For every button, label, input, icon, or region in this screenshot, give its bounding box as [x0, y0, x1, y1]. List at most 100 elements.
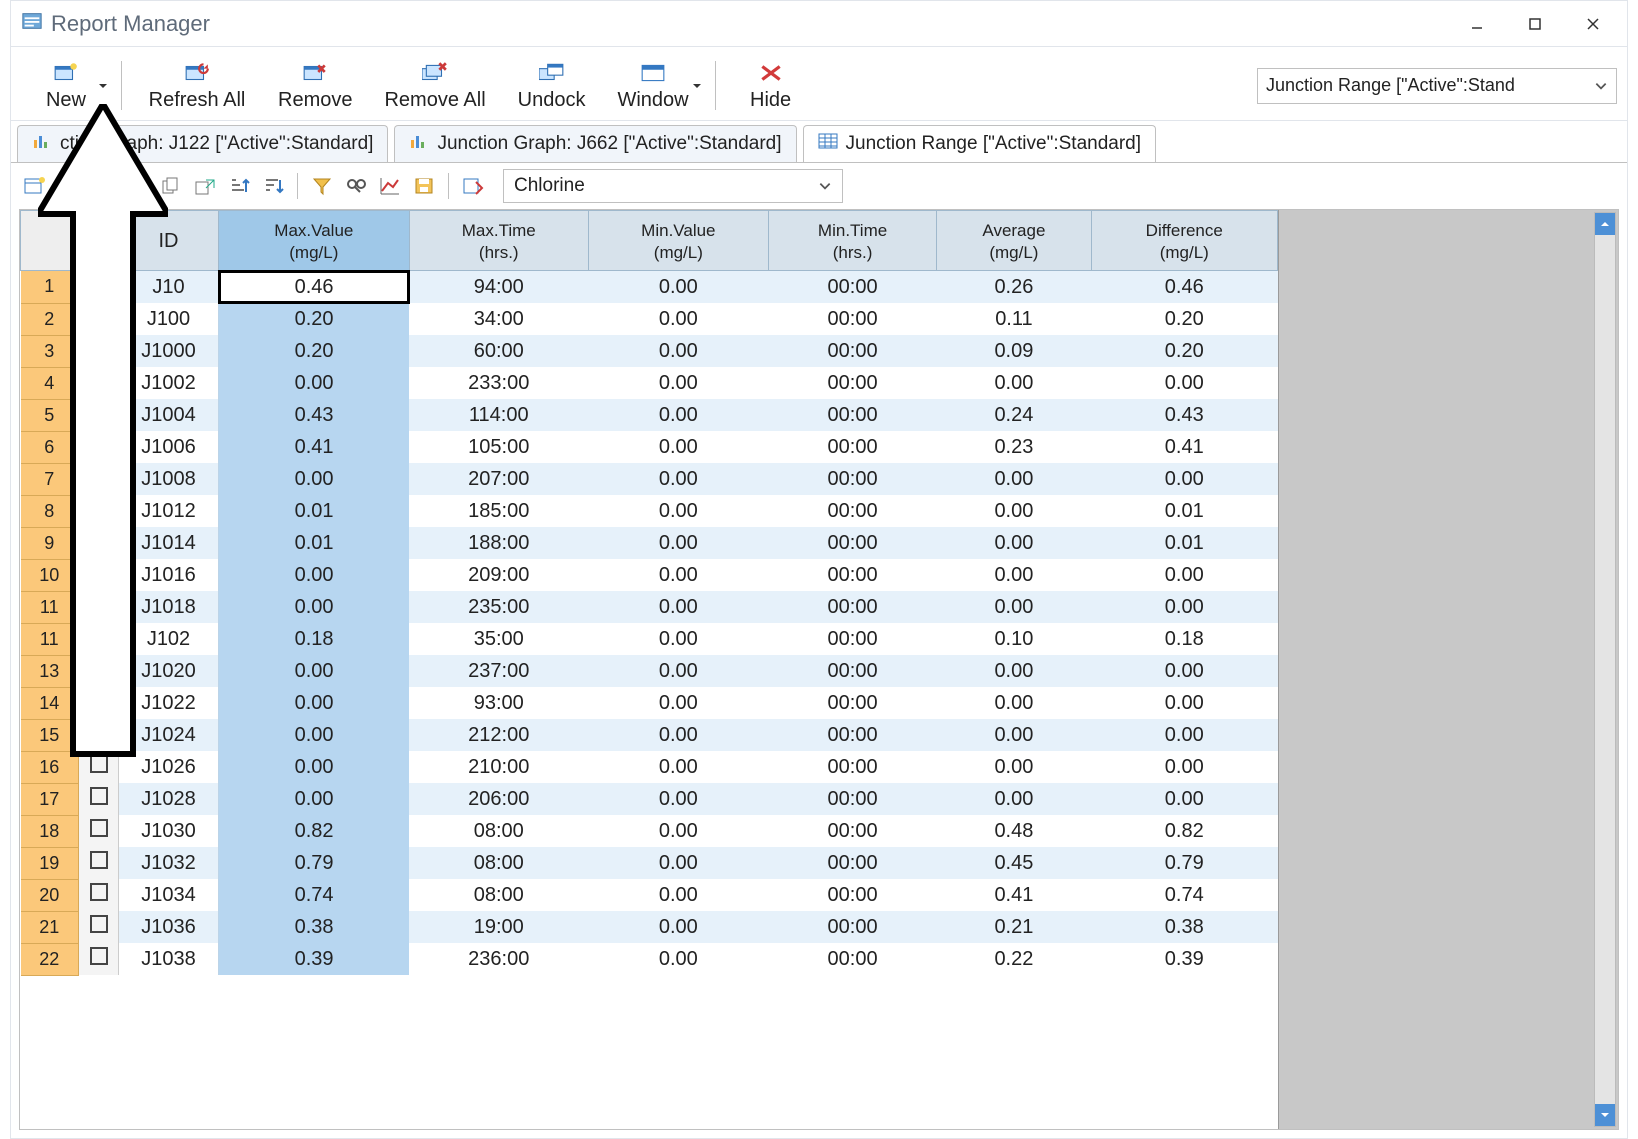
cell-difference[interactable]: 0.00	[1091, 687, 1277, 719]
cell-average[interactable]: 0.00	[937, 559, 1091, 591]
cell-average[interactable]: 0.00	[937, 495, 1091, 527]
row-checkbox[interactable]	[79, 655, 119, 687]
cell-average[interactable]: 0.00	[937, 751, 1091, 783]
cell-min-time[interactable]: 00:00	[768, 911, 936, 943]
cell-min-value[interactable]: 0.00	[588, 943, 768, 975]
cell-difference[interactable]: 0.00	[1091, 751, 1277, 783]
cell-difference[interactable]: 0.01	[1091, 495, 1277, 527]
cell-average[interactable]: 0.00	[937, 591, 1091, 623]
cell-max-time[interactable]: 207:00	[409, 463, 588, 495]
table-row[interactable]: 17J10280.00206:000.0000:000.000.00	[21, 783, 1278, 815]
cell-min-time[interactable]: 00:00	[768, 463, 936, 495]
cell-min-time[interactable]: 00:00	[768, 783, 936, 815]
cell-average[interactable]: 0.10	[937, 623, 1091, 655]
row-number[interactable]: 20	[21, 879, 79, 911]
cell-min-value[interactable]: 0.00	[588, 303, 768, 335]
cell-difference[interactable]: 0.82	[1091, 815, 1277, 847]
parameter-combo[interactable]: Chlorine	[503, 169, 843, 203]
remove-all-button[interactable]: Remove All	[368, 57, 501, 114]
row-number[interactable]: 8	[21, 495, 79, 527]
cell-min-value[interactable]: 0.00	[588, 399, 768, 431]
cell-max-time[interactable]: 19:00	[409, 911, 588, 943]
cell-difference[interactable]: 0.00	[1091, 783, 1277, 815]
cell-difference[interactable]: 0.01	[1091, 527, 1277, 559]
cell-id[interactable]: J1024	[119, 719, 219, 751]
table-row[interactable]: 15J10240.00212:000.0000:000.000.00	[21, 719, 1278, 751]
cell-min-time[interactable]: 00:00	[768, 303, 936, 335]
cell-max-value[interactable]: 0.00	[219, 687, 410, 719]
cell-min-time[interactable]: 00:00	[768, 399, 936, 431]
table-row[interactable]: 6J10060.41105:000.0000:000.230.41	[21, 431, 1278, 463]
cell-min-time[interactable]: 00:00	[768, 591, 936, 623]
cell-min-time[interactable]: 00:00	[768, 367, 936, 399]
undock-button[interactable]: Undock	[502, 57, 602, 114]
table-row[interactable]: 19J10320.7908:000.0000:000.450.79	[21, 847, 1278, 879]
new-button[interactable]: New	[21, 57, 111, 114]
cell-min-value[interactable]: 0.00	[588, 815, 768, 847]
cell-id[interactable]: J1012	[119, 495, 219, 527]
row-number[interactable]: 19	[21, 847, 79, 879]
cell-max-time[interactable]: 94:00	[409, 271, 588, 304]
cell-min-value[interactable]: 0.00	[588, 687, 768, 719]
cell-min-value[interactable]: 0.00	[588, 463, 768, 495]
row-checkbox[interactable]	[79, 751, 119, 783]
cell-difference[interactable]: 0.00	[1091, 559, 1277, 591]
row-number[interactable]: 22	[21, 943, 79, 975]
cell-difference[interactable]: 0.00	[1091, 463, 1277, 495]
dropdown-caret-icon[interactable]	[97, 75, 109, 98]
maximize-button[interactable]	[1507, 5, 1563, 43]
header-max-value[interactable]: Max.Value(mg/L)	[219, 211, 410, 271]
row-checkbox[interactable]	[79, 463, 119, 495]
cell-difference[interactable]: 0.38	[1091, 911, 1277, 943]
table-row[interactable]: 20J10340.7408:000.0000:000.410.74	[21, 879, 1278, 911]
cell-id[interactable]: J1018	[119, 591, 219, 623]
cell-max-time[interactable]: 236:00	[409, 943, 588, 975]
cell-average[interactable]: 0.22	[937, 943, 1091, 975]
table-row[interactable]: 13J10200.00237:000.0000:000.000.00	[21, 655, 1278, 687]
cell-average[interactable]: 0.00	[937, 527, 1091, 559]
table-row[interactable]: 8J10120.01185:000.0000:000.000.01	[21, 495, 1278, 527]
filter-icon[interactable]	[306, 171, 338, 201]
cell-max-value[interactable]: 0.00	[219, 655, 410, 687]
cell-min-time[interactable]: 00:00	[768, 815, 936, 847]
data-grid[interactable]: ID Max.Value(mg/L) Max.Time(hrs.) Min.Va…	[20, 210, 1278, 976]
table-row[interactable]: 9J10140.01188:000.0000:000.000.01	[21, 527, 1278, 559]
row-number[interactable]: 7	[21, 463, 79, 495]
cell-average[interactable]: 0.00	[937, 783, 1091, 815]
chart-icon[interactable]	[87, 171, 119, 201]
cell-min-time[interactable]: 00:00	[768, 527, 936, 559]
row-checkbox[interactable]	[79, 559, 119, 591]
dropdown-caret-icon[interactable]	[691, 75, 703, 98]
cell-max-value[interactable]: 0.18	[219, 623, 410, 655]
cell-min-time[interactable]: 00:00	[768, 719, 936, 751]
cell-min-time[interactable]: 00:00	[768, 687, 936, 719]
row-checkbox[interactable]	[79, 815, 119, 847]
tab-junction-graph-j122[interactable]: ction Graph: J122 ["Active":Standard]	[17, 125, 388, 162]
table-row[interactable]: 16J10260.00210:000.0000:000.000.00	[21, 751, 1278, 783]
header-min-value[interactable]: Min.Value(mg/L)	[588, 211, 768, 271]
table-row[interactable]: 2J1000.2034:000.0000:000.110.20	[21, 303, 1278, 335]
cell-average[interactable]: 0.23	[937, 431, 1091, 463]
window-button[interactable]: Window	[601, 57, 704, 114]
cell-min-time[interactable]: 00:00	[768, 495, 936, 527]
cell-max-time[interactable]: 105:00	[409, 431, 588, 463]
cell-difference[interactable]: 0.00	[1091, 719, 1277, 751]
new-table-icon[interactable]	[19, 171, 51, 201]
font-icon[interactable]: A	[121, 171, 153, 201]
row-number[interactable]: 17	[21, 783, 79, 815]
cell-average[interactable]: 0.09	[937, 335, 1091, 367]
cell-max-time[interactable]: 93:00	[409, 687, 588, 719]
cell-difference[interactable]: 0.79	[1091, 847, 1277, 879]
cell-difference[interactable]: 0.20	[1091, 303, 1277, 335]
cell-average[interactable]: 0.48	[937, 815, 1091, 847]
cell-min-value[interactable]: 0.00	[588, 783, 768, 815]
row-number[interactable]: 2	[21, 303, 79, 335]
cell-min-time[interactable]: 00:00	[768, 847, 936, 879]
cell-min-value[interactable]: 0.00	[588, 719, 768, 751]
row-number[interactable]: 15	[21, 719, 79, 751]
cell-max-value[interactable]: 0.20	[219, 303, 410, 335]
row-checkbox[interactable]	[79, 687, 119, 719]
cell-id[interactable]: J1020	[119, 655, 219, 687]
cell-min-time[interactable]: 00:00	[768, 559, 936, 591]
cell-max-value[interactable]: 0.43	[219, 399, 410, 431]
